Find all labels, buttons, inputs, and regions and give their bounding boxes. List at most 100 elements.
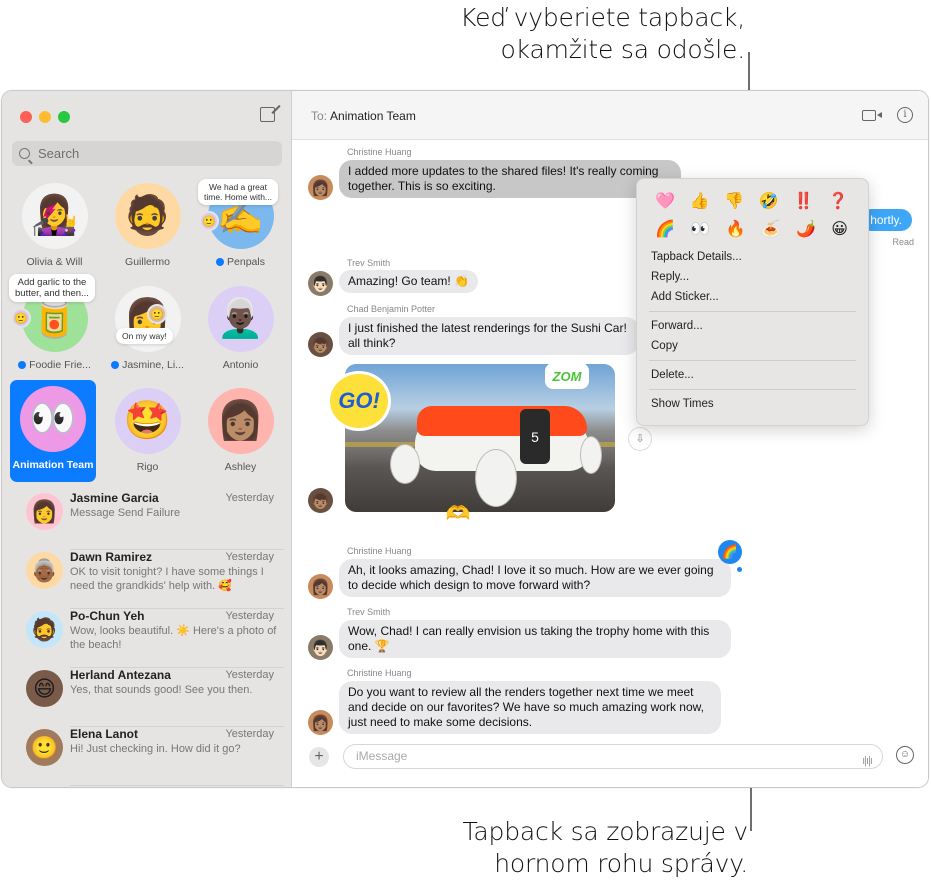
search-input[interactable]: Search [12,141,282,166]
recipient-field[interactable]: To: Animation Team [311,109,416,123]
close-button[interactable] [20,111,32,123]
conversation-list-item[interactable]: 👵🏾 Dawn Ramirez Yesterday OK to visit tonig… [22,550,284,609]
tapback-option-icon[interactable]: 🍝 [761,219,781,239]
tapback-option-icon[interactable]: ‼️ [793,191,813,211]
callout-tapback-corner: Tapback sa zobrazuje v hornom rohu správ… [463,816,749,880]
sidebar: Search 👩‍🎤 Olivia & Will 🧔 Guillermo ✍️ Penpa… [2,91,292,787]
menu-item[interactable]: Reply... [649,267,856,287]
callout-line-1: Tapback sa zobrazuje v [462,817,749,846]
callout-line-2: okamžite sa odošle. [500,35,746,64]
pinned-label: Rigo [100,461,195,473]
message-sender: Christine Huang [347,147,412,157]
message-bubble[interactable]: Wow, Chad! I can really envision us taki… [339,620,731,658]
tapback-option-icon[interactable]: ❓ [828,191,848,211]
pinned-conversation[interactable]: ✍️ Penpals We had a great time. Home with..… [193,179,288,268]
conversation-list-item[interactable]: 😄 Herland Antezana Yesterday Yes, that soun… [22,668,284,727]
pinned-conversation[interactable]: 🥫 Foodie Frie... Add garlic to the butter, … [7,274,102,371]
save-attachment-icon[interactable]: ⇩ [628,427,652,451]
pinned-conversation[interactable]: 👩Jasmine, Li...On my way!🙂 [100,286,195,371]
menu-item[interactable]: Tapback Details... [649,247,856,267]
pinned-avatar: 🤩 [114,388,181,454]
emoji-icon[interactable]: ☺ [896,746,914,764]
pinned-label-text: Foodie Frie... [29,359,91,371]
tapback-option-icon[interactable]: 🔥 [726,219,746,239]
conversation-list-item[interactable]: 🙂 Elena Lanot Yesterday Hi! Just checking i… [22,727,284,786]
tapback-option-icon[interactable]: 🌶️ [796,219,816,239]
contact-name: Elena Lanot [70,727,139,741]
menu-separator [649,311,856,312]
pinned-label: Jasmine, Li... [100,359,195,371]
search-icon [19,148,30,159]
pinned-label: Penpals [193,256,288,268]
pinned-avatar: 🧔 [114,183,181,249]
tapback-option-icon[interactable]: 🌈 [655,219,675,239]
pinned-conversation[interactable]: 👩‍🎤 Olivia & Will [7,183,102,268]
message-bubble[interactable]: Amazing! Go team! 👏 [339,270,478,293]
contact-name: Herland Antezana [70,668,171,682]
callout-line-2: hornom rohu správy. [494,849,748,878]
menu-item[interactable]: Forward... [649,316,856,336]
message-preview: OK to visit tonight? I have some things … [70,566,264,592]
message-preview: Yes, that sounds good! See you then. [70,684,253,696]
conversation-list-item[interactable]: 🧔 Po-Chun Yeh Yesterday Wow, looks beautifu… [22,609,284,668]
message-placeholder: iMessage [356,749,408,763]
pinned-conversation[interactable]: 🤩 Rigo [100,388,195,473]
tapback-option-icon[interactable]: 🩷 [655,191,675,211]
avatar: 👦🏽 [308,488,333,513]
heart-hands-sticker[interactable]: 🫶 [437,499,479,527]
tapback-option-icon[interactable]: 👍 [690,191,710,211]
zoom-button[interactable] [58,111,70,123]
tapback-context-menu: 🩷 👍 👎 🤣 ‼️ ❓ 🌈 👀 🔥 🍝 🌶️ 😀 Tapback Details... Reply.… [636,178,869,426]
conversation-list-item[interactable]: 👩 Jasmine Garcia Yesterday Message Send Fai… [22,491,284,550]
preview-line: On my way! [122,331,167,341]
menu-separator [649,360,856,361]
tapback-option-icon[interactable]: 👎 [724,191,744,211]
avatar: 👩🏽 [308,574,333,599]
message-bubble[interactable]: I just finished the latest renderings fo… [339,317,639,355]
message-bubble-selected[interactable]: I added more updates to the shared files… [339,160,681,198]
tapback-option-icon[interactable]: 👀 [690,219,710,239]
compose-icon[interactable] [260,107,275,122]
pinned-conversation[interactable]: 🧔 Guillermo [100,183,195,268]
avatar: 🙂 [26,729,63,766]
pinned-label: Ashley [193,461,288,473]
unread-indicator [111,361,120,369]
tapback-option-icon[interactable]: 😀 [831,219,848,239]
wheel [475,449,517,507]
menu-item[interactable]: Delete... [649,365,856,385]
pinned-avatar: 👨🏿‍🦳 [207,286,274,352]
audio-waveform-icon[interactable]: ı|ı|ı [862,750,873,773]
tapback-badge-rainbow[interactable]: 🌈 [718,540,742,564]
zoom-sticker[interactable]: ZOM [545,363,589,389]
sender-mini-avatar: 🙂 [147,304,167,324]
pinned-conversation[interactable]: 👩🏽 Ashley [193,388,288,473]
pinned-label-text: Penpals [227,256,265,268]
menu-item[interactable]: Copy [649,336,856,356]
recipient-name: Animation Team [330,109,416,123]
unread-indicator [18,361,27,369]
timestamp: Yesterday [225,492,274,504]
message-sender: Trev Smith [347,607,391,617]
avatar: 👵🏾 [26,552,63,589]
go-sticker[interactable]: GO! [327,371,391,431]
car-salmon-top [417,406,587,436]
to-label: To: [311,109,328,123]
video-call-icon[interactable] [862,110,882,121]
menu-item[interactable]: Show Times [649,394,856,414]
menu-item[interactable]: Add Sticker... [649,287,856,307]
pinned-avatar: 👩‍🎤 [21,183,88,249]
message-input[interactable]: iMessage ı|ı|ı [343,744,883,769]
message-bubble[interactable]: Do you want to review all the renders to… [339,681,721,734]
pinned-label: Foodie Frie... [7,359,102,371]
avatar: 👩🏽 [308,710,333,735]
message-bubble[interactable]: Ah, it looks amazing, Chad! I love it so… [339,559,731,597]
info-icon[interactable]: i [897,107,913,123]
pinned-conversation[interactable]: 👀 Animation Team [10,380,96,482]
avatar: 😄 [26,670,63,707]
rainbow-icon: 🌈 [721,544,739,559]
add-attachment-button[interactable]: + [309,747,329,767]
message-preview-bubble: We had a great time. Home with... [198,179,279,205]
pinned-conversation[interactable]: 👨🏿‍🦳 Antonio [193,286,288,371]
minimize-button[interactable] [39,111,51,123]
tapback-option-icon[interactable]: 🤣 [759,191,779,211]
